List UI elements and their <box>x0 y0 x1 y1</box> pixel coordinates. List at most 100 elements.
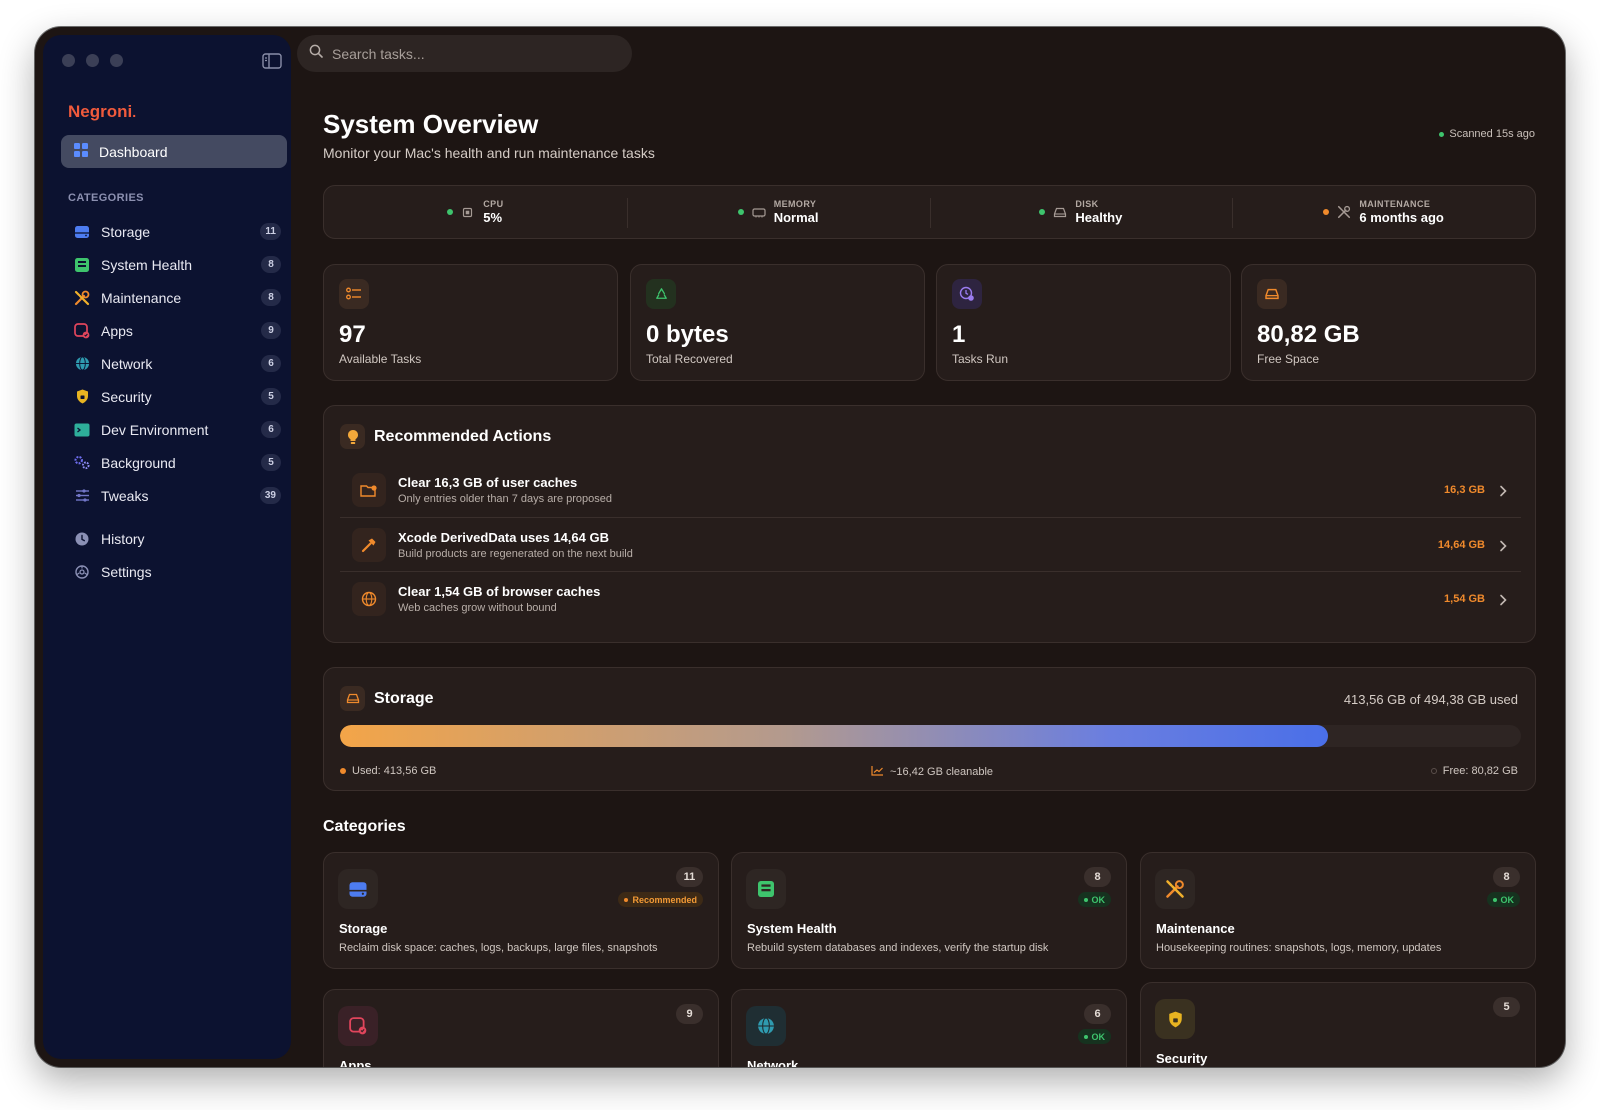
legend-label: Free: 80,82 GB <box>1442 765 1518 777</box>
task-count-badge: 9 <box>676 1004 703 1024</box>
sidebar-item-label: Dashboard <box>99 143 168 160</box>
category-card-network[interactable]: 6 OK Network <box>731 989 1127 1067</box>
stat-label: Tasks Run <box>952 352 1009 366</box>
sidebar-item-security[interactable]: Security 5 <box>61 380 287 413</box>
used-dot <box>340 768 346 774</box>
count-badge: 9 <box>261 322 281 339</box>
badge-label: OK <box>1091 1031 1106 1042</box>
badge-dot <box>1492 897 1497 902</box>
status-label: CPU <box>483 199 504 209</box>
minimize-window-button[interactable] <box>86 54 99 67</box>
status-cpu: CPU 5% <box>324 186 627 238</box>
category-name: Security <box>1156 1051 1208 1066</box>
chevron-right-icon <box>1499 593 1509 605</box>
folder-badge-icon <box>352 473 386 507</box>
sidebar-item-system-health[interactable]: System Health 8 <box>61 248 287 281</box>
category-card-security[interactable]: 5 Security <box>1140 982 1536 1067</box>
status-disk: DISK Healthy <box>929 186 1233 238</box>
app-logo: Negroni. <box>68 102 136 122</box>
category-description: Housekeeping routines: snapshots, logs, … <box>1156 942 1442 954</box>
recommended-action-row[interactable]: Clear 1,54 GB of browser caches Web cache… <box>340 571 1521 625</box>
globe-icon <box>352 581 386 616</box>
status-badge: Recommended <box>618 892 703 907</box>
sidebar-item-dev-environment[interactable]: Dev Environment 6 <box>61 413 287 446</box>
sidebar-item-settings[interactable]: Settings <box>61 555 287 588</box>
stat-label: Available Tasks <box>339 352 422 366</box>
memory-icon <box>752 205 766 219</box>
category-card-maintenance[interactable]: 8 OK Maintenance Housekeeping routines: … <box>1140 852 1536 969</box>
count-badge: 8 <box>261 289 281 306</box>
sidebar-item-apps[interactable]: Apps 9 <box>61 314 287 347</box>
chart-trend-icon <box>871 765 884 779</box>
search-input[interactable] <box>332 45 602 62</box>
action-size: 14,64 GB <box>1437 538 1485 551</box>
settings-icon <box>74 564 90 580</box>
task-count-badge: 6 <box>1084 1004 1111 1024</box>
disk-icon <box>1257 279 1287 309</box>
chevron-right-icon <box>1499 539 1509 551</box>
brand-dot: . <box>132 104 137 120</box>
category-card-system-health[interactable]: 8 OK System Health Rebuild system databa… <box>731 852 1127 969</box>
maintenance-icon <box>1337 205 1351 219</box>
sidebar-bottom-nav: History Settings <box>61 522 287 588</box>
sidebar-item-label: Security <box>101 388 152 405</box>
sidebar-item-storage[interactable]: Storage 11 <box>61 215 287 248</box>
sidebar-item-history[interactable]: History <box>61 522 287 555</box>
action-description: Web caches grow without bound <box>398 601 557 614</box>
status-badge: OK <box>1077 892 1111 907</box>
status-dot <box>737 209 744 215</box>
storage-icon <box>338 869 378 909</box>
badge-dot <box>1083 1034 1088 1039</box>
sidebar-item-label: Maintenance <box>101 289 182 306</box>
sidebar-item-label: Settings <box>101 563 152 580</box>
storage-usage-bar <box>340 725 1521 747</box>
lightbulb-icon <box>340 424 365 449</box>
sidebar-item-background[interactable]: Background 5 <box>61 446 287 479</box>
status-value: 6 months ago <box>1359 210 1444 225</box>
storage-used-summary: 413,56 GB of 494,38 GB used <box>1343 692 1518 707</box>
background-icon <box>74 455 90 471</box>
legend-free: Free: 80,82 GB <box>1430 765 1518 777</box>
category-name: Storage <box>339 921 388 936</box>
category-card-storage[interactable]: 11 Recommended Storage Reclaim disk spac… <box>323 852 719 969</box>
category-name: Network <box>747 1058 799 1067</box>
window-controls <box>62 54 123 67</box>
dashboard-icon <box>74 143 88 160</box>
system-status-bar: CPU 5% MEMORY Normal DISK Healthy MAINTENAN… <box>323 185 1536 239</box>
app-name: Negroni <box>68 102 133 121</box>
dev-environment-icon <box>74 422 90 438</box>
section-header: Storage <box>340 686 434 711</box>
count-badge: 39 <box>259 487 281 504</box>
storage-icon <box>74 224 90 240</box>
status-badge: OK <box>1486 892 1520 907</box>
sidebar-item-label: Tweaks <box>101 487 149 504</box>
badge-label: Recommended <box>632 894 697 905</box>
sidebar-item-tweaks[interactable]: Tweaks 39 <box>61 479 287 512</box>
count-badge: 6 <box>261 421 281 438</box>
search-icon <box>309 44 323 63</box>
sidebar-item-label: History <box>101 530 145 547</box>
status-dot <box>447 209 454 215</box>
task-count-badge: 8 <box>1493 867 1520 887</box>
task-count-badge: 11 <box>676 867 703 887</box>
count-badge: 5 <box>261 388 281 405</box>
categories-title: Categories <box>323 818 406 835</box>
status-dot <box>1039 209 1046 215</box>
sidebar-item-dashboard[interactable]: Dashboard <box>61 135 287 168</box>
tasks-list-icon <box>339 279 369 309</box>
storage-usage-fill <box>340 725 1328 747</box>
recommended-action-row[interactable]: Clear 16,3 GB of user caches Only entries… <box>340 463 1521 517</box>
badge-label: OK <box>1091 894 1106 905</box>
stat-label: Free Space <box>1257 352 1320 366</box>
category-card-apps[interactable]: 9 Apps <box>323 989 719 1067</box>
status-maintenance: MAINTENANCE 6 months ago <box>1232 186 1535 238</box>
search-bar[interactable] <box>297 35 632 72</box>
close-window-button[interactable] <box>62 54 75 67</box>
sidebar-item-network[interactable]: Network 6 <box>61 347 287 380</box>
count-badge: 8 <box>261 256 281 273</box>
free-dot <box>1430 768 1437 774</box>
recommended-action-row[interactable]: Xcode DerivedData uses 14,64 GB Build pro… <box>340 517 1521 571</box>
sidebar-item-maintenance[interactable]: Maintenance 8 <box>61 281 287 314</box>
zoom-window-button[interactable] <box>110 54 123 67</box>
sidebar-toggle-icon[interactable] <box>262 53 282 69</box>
